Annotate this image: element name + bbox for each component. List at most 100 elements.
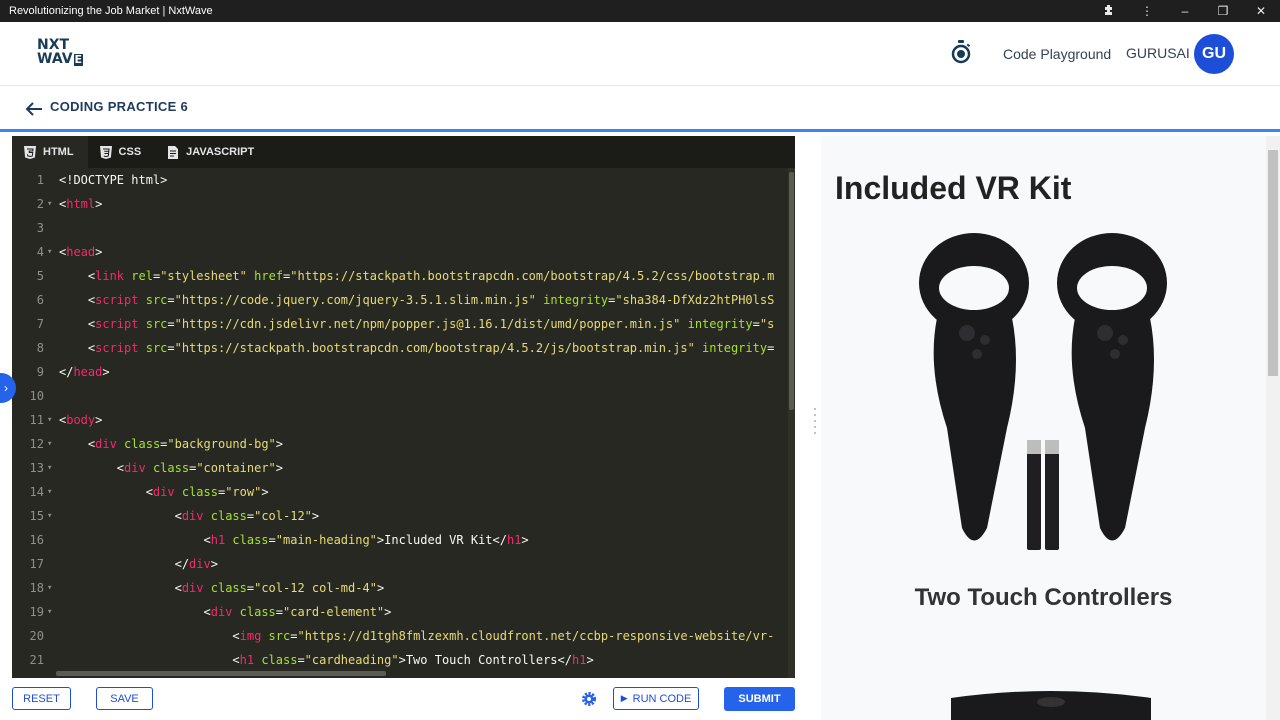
code-line[interactable]: 14 ▾ <div class="row"> [12, 480, 788, 504]
restore-icon[interactable]: ❐ [1204, 4, 1242, 18]
editor-actions: RESET SAVE ▶ RUN CODE SUBMIT [0, 680, 812, 720]
line-number: 7 [36, 317, 44, 331]
line-number: 19 [29, 605, 44, 619]
code-line[interactable]: 7 <script src="https://cdn.jsdelivr.net/… [12, 312, 788, 336]
fold-toggle-icon[interactable]: ▾ [47, 456, 52, 480]
editor-horizontal-scroll-thumb[interactable] [56, 671, 386, 676]
vr-controllers-image [919, 233, 1167, 550]
line-number: 12 [29, 437, 44, 451]
line-number: 21 [29, 653, 44, 667]
line-number: 17 [29, 557, 44, 571]
code-line[interactable]: 13 ▾ <div class="container"> [12, 456, 788, 480]
chevron-right-icon: › [4, 381, 8, 395]
code-text: <div class="card-element"> [59, 605, 392, 619]
code-text: <div class="background-bg"> [59, 437, 284, 451]
back-arrow-icon[interactable] [25, 101, 43, 117]
pane-splitter[interactable] [812, 405, 818, 445]
preview-card-heading: Two Touch Controllers [914, 584, 1173, 611]
fold-toggle-icon[interactable]: ▾ [47, 408, 52, 432]
code-line[interactable]: 2 ▾ <html> [12, 192, 788, 216]
fold-toggle-icon[interactable]: ▾ [47, 480, 52, 504]
code-text: </div> [59, 557, 218, 571]
line-number: 4 [36, 245, 44, 259]
line-number: 20 [29, 629, 44, 643]
code-line[interactable]: 6 <script src="https://code.jquery.com/j… [12, 288, 788, 312]
code-line[interactable]: 18 ▾ <div class="col-12 col-md-4"> [12, 576, 788, 600]
code-line[interactable]: 11 ▾ <body> [12, 408, 788, 432]
code-line[interactable]: 17 </div> [12, 552, 788, 576]
code-line[interactable]: 5 <link rel="stylesheet" href="https://s… [12, 264, 788, 288]
line-number: 14 [29, 485, 44, 499]
code-playground-link[interactable]: Code Playground [1003, 46, 1111, 62]
editor-scroll-thumb[interactable] [789, 172, 794, 410]
code-line[interactable]: 21 <h1 class="cardheading">Two Touch Con… [12, 648, 788, 670]
code-text: <h1 class="main-heading">Included VR Kit… [59, 533, 529, 547]
minimize-icon[interactable]: – [1166, 4, 1204, 18]
code-text: <img src="https://d1tgh8fmlzexmh.cloudfr… [59, 629, 775, 643]
tab-html[interactable]: HTML [12, 136, 88, 168]
line-number: 6 [36, 293, 44, 307]
gear-icon[interactable] [580, 690, 598, 708]
output-preview: Included VR Kit Two Touch Controllers [821, 136, 1280, 720]
reset-button[interactable]: RESET [12, 687, 71, 710]
preview-scroll-thumb[interactable] [1268, 150, 1278, 376]
tab-label: HTML [43, 146, 74, 158]
line-number: 9 [36, 365, 44, 379]
line-number: 13 [29, 461, 44, 475]
stopwatch-icon[interactable] [950, 40, 972, 64]
submit-button[interactable]: SUBMIT [724, 687, 795, 711]
js-file-icon [168, 145, 179, 159]
extensions-icon[interactable] [1090, 4, 1128, 19]
nxtwave-logo[interactable]: NXT WAV E [37, 38, 93, 72]
code-line[interactable]: 15 ▾ <div class="col-12"> [12, 504, 788, 528]
tab-css[interactable]: CSS [88, 136, 156, 168]
more-options-icon[interactable]: ⋮ [1128, 4, 1166, 18]
fold-toggle-icon[interactable]: ▾ [47, 576, 52, 600]
code-text: <head> [59, 245, 103, 259]
code-line[interactable]: 3 [12, 216, 788, 240]
code-line[interactable]: 12 ▾ <div class="background-bg"> [12, 432, 788, 456]
code-text: <body> [59, 413, 103, 427]
code-text: <!DOCTYPE html> [59, 173, 168, 187]
line-number: 10 [29, 389, 44, 403]
line-number: 16 [29, 533, 44, 547]
code-line[interactable]: 9 </head> [12, 360, 788, 384]
code-line[interactable]: 4 ▾ <head> [12, 240, 788, 264]
fold-toggle-icon[interactable]: ▾ [47, 240, 52, 264]
play-icon: ▶ [620, 693, 628, 703]
save-button[interactable]: SAVE [96, 687, 153, 710]
window-actions: ⋮ – ❐ ✕ [1090, 0, 1280, 22]
code-line[interactable]: 8 <script src="https://stackpath.bootstr… [12, 336, 788, 360]
line-number: 15 [29, 509, 44, 523]
logo-line-1: NXT [37, 37, 70, 53]
window-titlebar: Revolutionizing the Job Market | NxtWave… [0, 0, 1280, 22]
fold-toggle-icon[interactable]: ▾ [47, 600, 52, 624]
fold-toggle-icon[interactable]: ▾ [47, 192, 52, 216]
code-line[interactable]: 19 ▾ <div class="card-element"> [12, 600, 788, 624]
code-line[interactable]: 1 <!DOCTYPE html> [12, 168, 788, 192]
line-number: 2 [36, 197, 44, 211]
code-line[interactable]: 10 [12, 384, 788, 408]
code-text: <link rel="stylesheet" href="https://sta… [59, 269, 775, 283]
line-number: 8 [36, 341, 44, 355]
tab-javascript[interactable]: JAVASCRIPT [155, 136, 268, 168]
code-text: <div class="row"> [59, 485, 269, 499]
code-text: <script src="https://cdn.jsdelivr.net/np… [59, 317, 775, 331]
run-code-button[interactable]: ▶ RUN CODE [613, 687, 699, 710]
fold-toggle-icon[interactable]: ▾ [47, 504, 52, 528]
code-editor[interactable]: HTML CSS JAVASCRIPT 1 <!DOCTYPE html> 2 ▾ <h… [12, 136, 795, 678]
code-line[interactable]: 20 <img src="https://d1tgh8fmlzexmh.clou… [12, 624, 788, 648]
editor-tabs: HTML CSS JAVASCRIPT [12, 136, 795, 168]
html5-icon [24, 145, 36, 159]
breadcrumb: CODING PRACTICE 6 [0, 87, 1280, 132]
run-code-label: RUN CODE [632, 692, 692, 705]
code-lines[interactable]: 1 <!DOCTYPE html> 2 ▾ <html> 3 4 ▾ <head> 5 <link… [12, 168, 788, 670]
avatar[interactable]: GU [1194, 34, 1234, 74]
close-icon[interactable]: ✕ [1242, 4, 1280, 18]
code-line[interactable]: 16 <h1 class="main-heading">Included VR … [12, 528, 788, 552]
fold-toggle-icon[interactable]: ▾ [47, 432, 52, 456]
line-number: 5 [36, 269, 44, 283]
code-text: <html> [59, 197, 103, 211]
logo-line-2: WAV E [37, 51, 84, 67]
code-text: </head> [59, 365, 110, 379]
